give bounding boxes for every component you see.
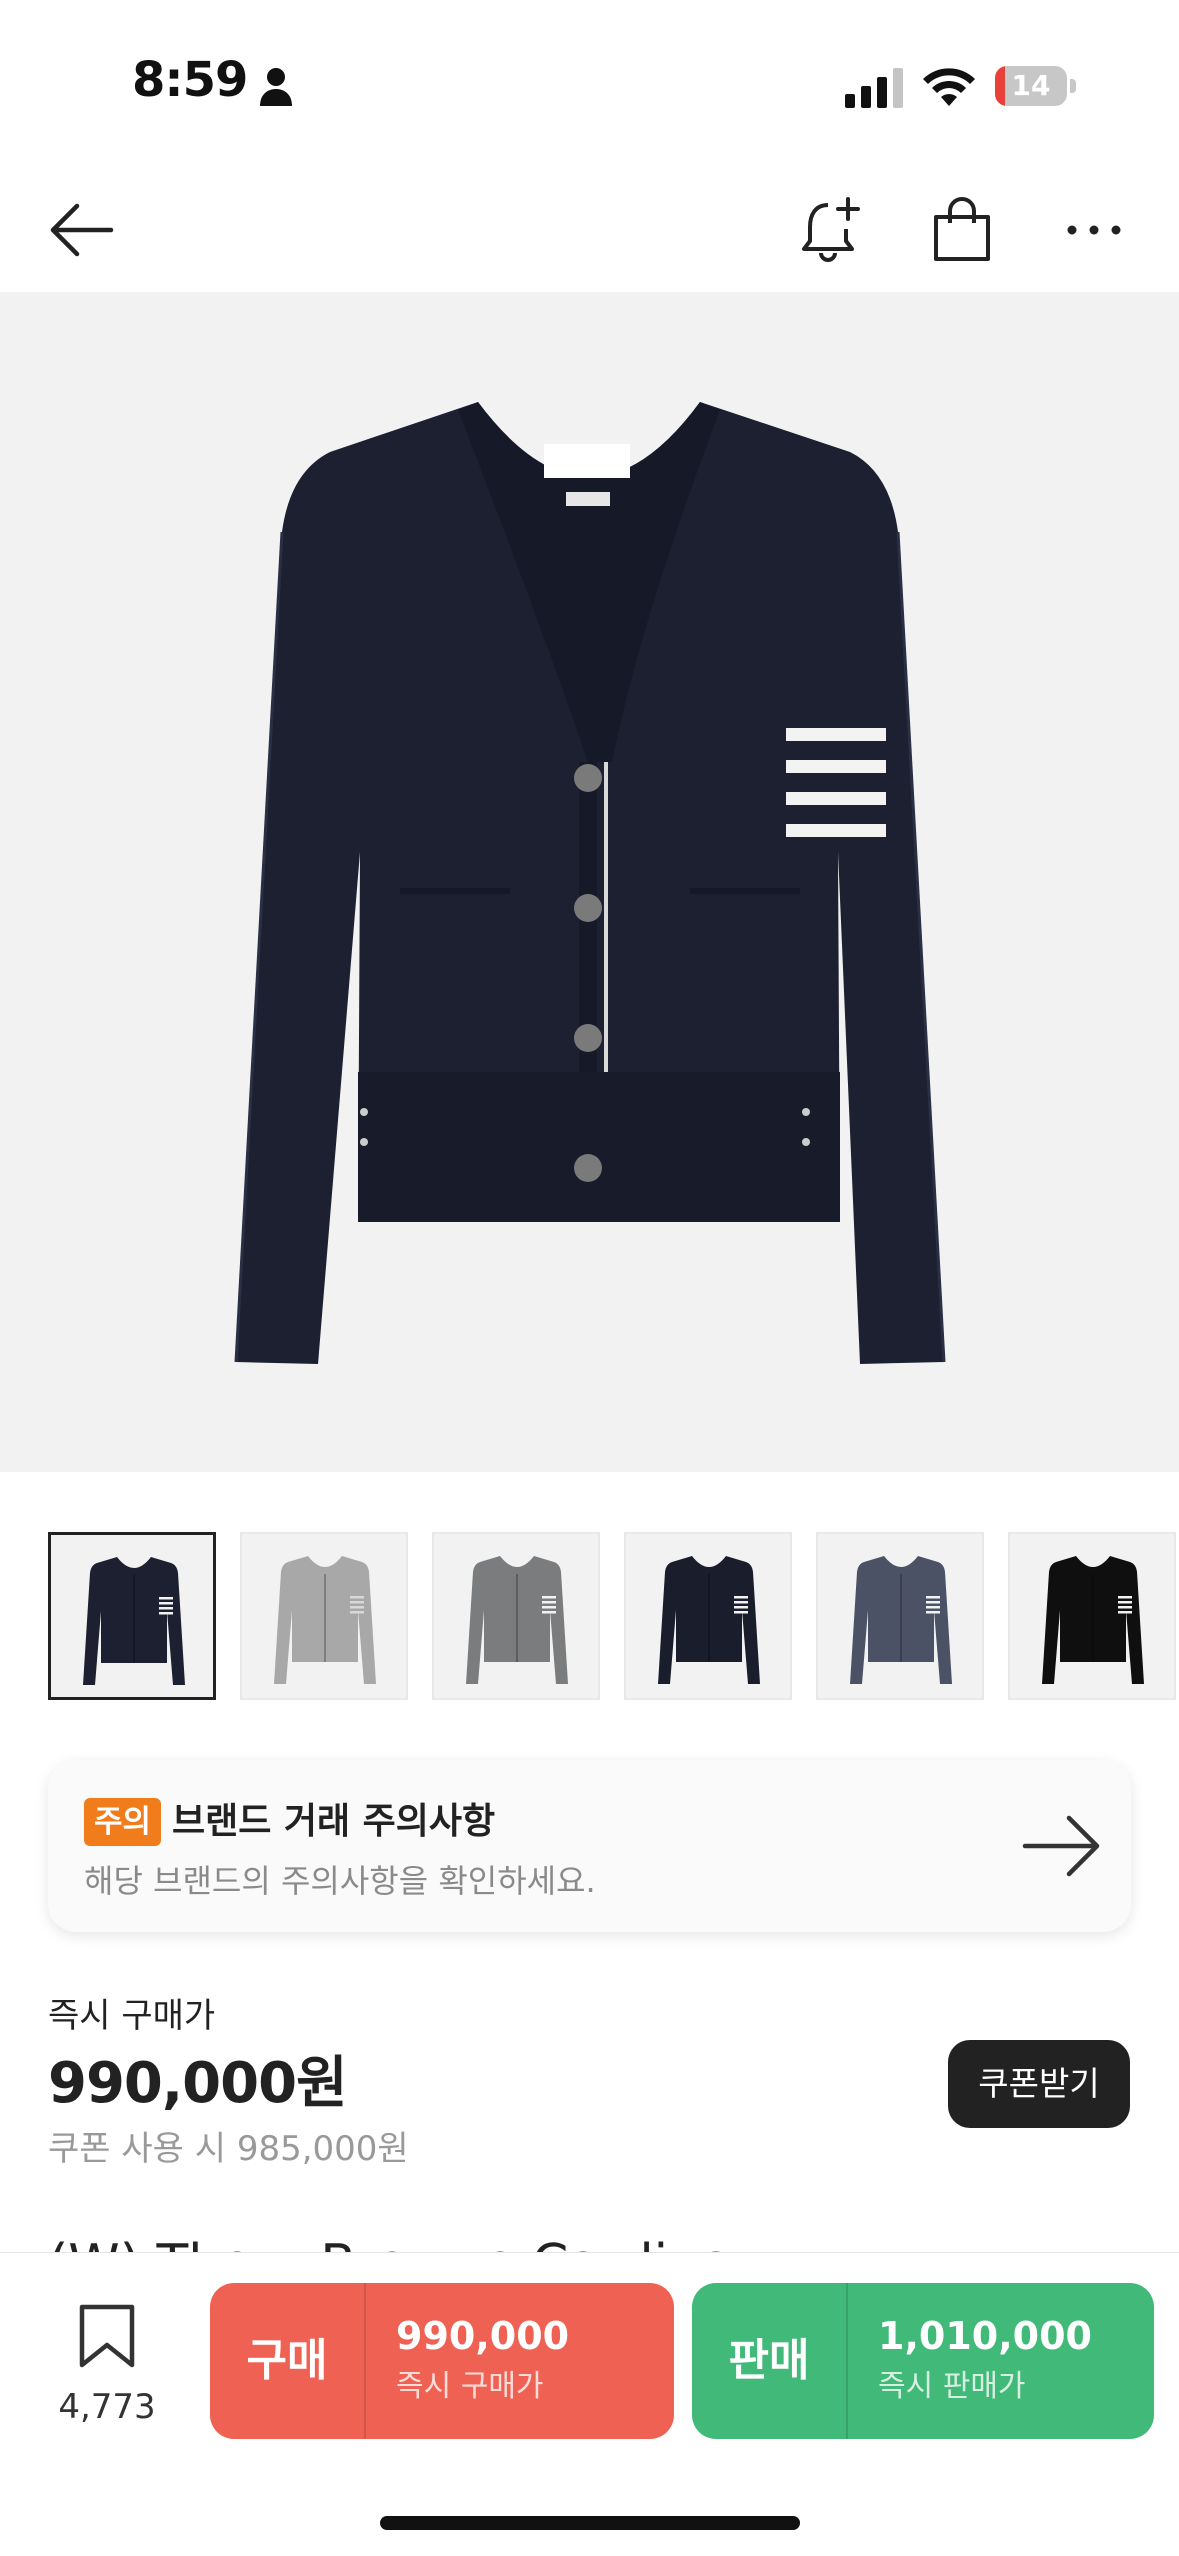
sell-label: 판매: [728, 2335, 810, 2386]
thumbnail-2[interactable]: [240, 1532, 408, 1700]
buy-button[interactable]: 구매 990,000 즉시 구매가: [210, 2283, 674, 2439]
thumbnail-4[interactable]: [624, 1532, 792, 1700]
thumbnail-cardigan-image: [850, 1556, 952, 1684]
notification-add-button[interactable]: [792, 190, 872, 270]
person-icon: [260, 68, 292, 106]
notice-subtitle: 해당 브랜드의 주의사항을 확인하세요.: [84, 1862, 596, 1900]
wifi-icon: [923, 68, 975, 106]
notice-title: 브랜드 거래 주의사항: [172, 1801, 496, 1842]
bell-add-icon: [802, 197, 860, 262]
wishlist-button[interactable]: 4,773: [40, 2303, 174, 2433]
sell-price: 1,010,000: [878, 2314, 1092, 2358]
thumbnail-cardigan-image: [658, 1556, 760, 1684]
brand-notice-card[interactable]: 주의 브랜드 거래 주의사항 해당 브랜드의 주의사항을 확인하세요.: [48, 1760, 1131, 1932]
bookmark-icon: [79, 2304, 135, 2368]
instant-buy-price-label: 즉시 구매가: [48, 1996, 216, 2036]
home-indicator: [380, 2516, 800, 2530]
thumbnail-3[interactable]: [432, 1532, 600, 1700]
coupon-price: 쿠폰 사용 시 985,000원: [48, 2129, 409, 2169]
thumbnail-6[interactable]: [1008, 1532, 1176, 1700]
product-image[interactable]: [0, 292, 1179, 1472]
back-arrow-icon: [50, 203, 114, 257]
buy-label: 구매: [246, 2335, 328, 2386]
thumbnail-cardigan-image: [274, 1556, 376, 1684]
instant-buy-price: 990,000원: [48, 2051, 348, 2116]
more-icon: [1067, 225, 1121, 235]
battery-level-text: 14: [1011, 69, 1051, 102]
status-time: 8:59: [132, 52, 248, 108]
battery-icon: 14: [995, 66, 1077, 106]
cellular-signal-icon: [845, 68, 903, 108]
status-bar: 8:59 14: [0, 0, 1179, 160]
shopping-bag-button[interactable]: [922, 190, 1002, 270]
thumbnail-1[interactable]: [48, 1532, 216, 1700]
thumbnail-cardigan-image: [466, 1556, 568, 1684]
get-coupon-button[interactable]: 쿠폰받기: [948, 2040, 1130, 2128]
more-button[interactable]: [1054, 190, 1134, 270]
arrow-right-icon: [1022, 1815, 1100, 1877]
wishlist-count: 4,773: [58, 2387, 156, 2427]
back-button[interactable]: [42, 190, 122, 270]
sell-sub-label: 즉시 판매가: [878, 2369, 1026, 2404]
buy-price: 990,000: [396, 2314, 570, 2358]
notice-badge: 주의: [84, 1798, 162, 1846]
buy-sub-label: 즉시 구매가: [396, 2369, 544, 2404]
thumbnail-5[interactable]: [816, 1532, 984, 1700]
thumbnail-cardigan-image: [83, 1557, 185, 1685]
shopping-bag-icon: [934, 197, 990, 261]
thumbnail-strip: [48, 1532, 1179, 1700]
top-nav: [0, 170, 1179, 290]
sell-button[interactable]: 판매 1,010,000 즉시 판매가: [692, 2283, 1154, 2439]
thumbnail-cardigan-image: [1042, 1556, 1144, 1684]
cardigan-illustration: [234, 402, 946, 1364]
bottom-action-bar: 4,773 구매 990,000 즉시 구매가 판매 1,010,000 즉시 …: [0, 2252, 1179, 2556]
